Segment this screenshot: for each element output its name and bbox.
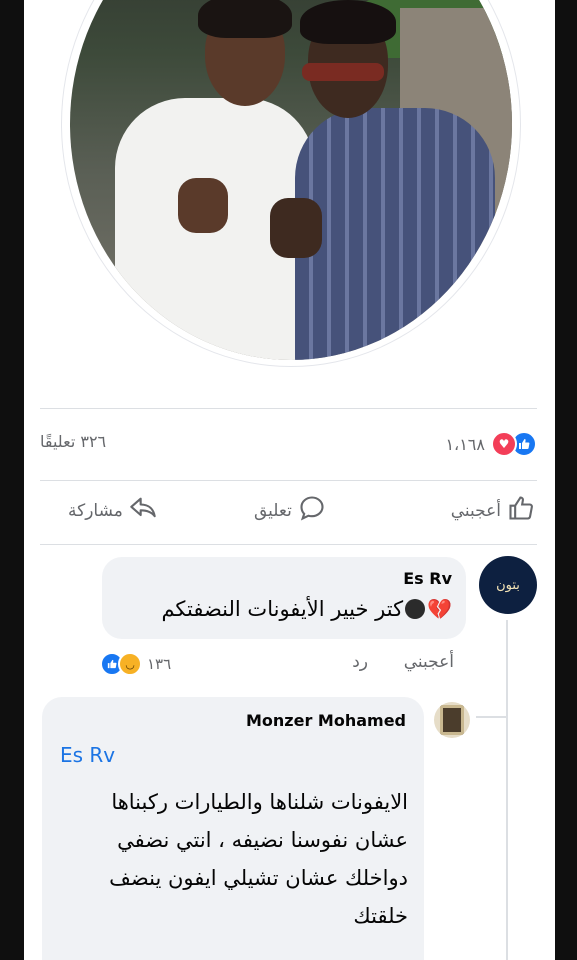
love-icon: ♥ xyxy=(491,431,517,457)
reply-author[interactable]: Monzer Mohamed xyxy=(246,711,406,730)
comment-like-link[interactable]: أعجبني xyxy=(404,652,454,672)
reply-text: الايفونات شلناها والطيارات ركبناها عشان … xyxy=(109,790,408,928)
haha-icon: ◡ xyxy=(118,652,142,676)
post-actions: أعجبني تعليق مشاركة xyxy=(40,494,537,534)
divider xyxy=(40,480,537,481)
divider xyxy=(40,544,537,545)
reply-mention[interactable]: Es Rv xyxy=(60,743,115,767)
comment-reaction-count: ١٣٦ xyxy=(147,655,172,673)
comment-text-row: كتر خيير الأيفونات النضفتكم 💔 xyxy=(161,597,452,621)
right-edge xyxy=(555,0,577,960)
left-edge xyxy=(0,0,24,960)
thread-branch xyxy=(476,716,506,718)
comment-label: تعليق xyxy=(254,500,292,521)
reactions-count: ١،١٦٨ xyxy=(445,434,485,454)
comments-count[interactable]: ٣٢٦ تعليقًا xyxy=(40,432,106,451)
like-label: أعجبني xyxy=(450,500,501,521)
comment-bubble-icon xyxy=(298,494,326,527)
comment-reply-link[interactable]: رد xyxy=(352,652,368,672)
commenter-avatar[interactable]: بتون xyxy=(479,556,537,614)
thread-line xyxy=(506,620,508,960)
avatar-text: بتون xyxy=(496,577,520,593)
post-photo[interactable] xyxy=(70,0,512,360)
comment-button[interactable]: تعليق xyxy=(248,494,326,527)
share-label: مشاركة xyxy=(68,500,123,521)
share-arrow-icon xyxy=(129,494,157,527)
comment-text: كتر خيير الأيفونات النضفتكم xyxy=(161,597,404,621)
replier-avatar[interactable] xyxy=(434,702,470,738)
comment-meta: أعجبني رد ◡ ١٣٦ xyxy=(100,652,460,678)
black-ball-emoji xyxy=(405,599,426,619)
comment-reactions[interactable]: ◡ ١٣٦ xyxy=(100,652,171,676)
divider xyxy=(40,408,537,409)
share-button[interactable]: مشاركة xyxy=(62,494,157,527)
like-button[interactable]: أعجبني xyxy=(445,494,535,527)
comment-bubble: Es Rv كتر خيير الأيفونات النضفتكم 💔 xyxy=(102,557,466,639)
post-stats: ١،١٦٨ ♥ ٣٢٦ تعليقًا xyxy=(40,428,537,458)
reactions-summary[interactable]: ١،١٦٨ ♥ xyxy=(445,431,537,457)
broken-heart-emoji: 💔 xyxy=(427,597,452,621)
reply-bubble: Monzer Mohamed Es Rv الايفونات شلناها وا… xyxy=(42,697,424,960)
comment-author[interactable]: Es Rv xyxy=(403,569,452,588)
thumbs-up-icon xyxy=(507,494,535,527)
